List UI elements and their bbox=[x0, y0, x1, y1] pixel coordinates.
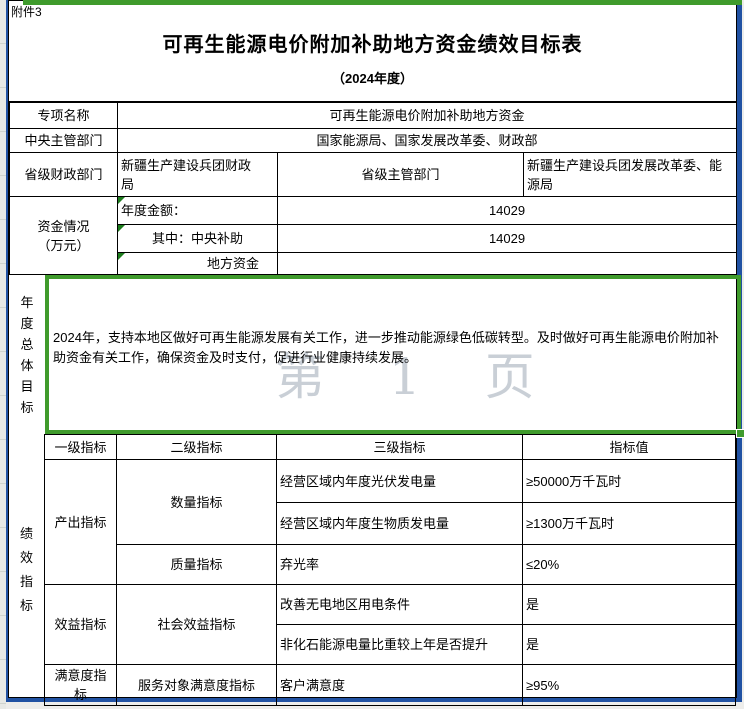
page-title: 可再生能源电价附加补助地方资金绩效目标表 bbox=[9, 1, 736, 57]
curtailment-value-cell[interactable]: ≤20% bbox=[523, 545, 736, 585]
social-benefit-cell[interactable]: 社会效益指标 bbox=[117, 585, 277, 665]
annual-goal-label: 年度总体目标 bbox=[19, 292, 35, 418]
funds-central-label-cell[interactable]: 其中：中央补助 bbox=[118, 225, 278, 253]
header-l1-cell[interactable]: 一级指标 bbox=[45, 435, 117, 460]
output-indicator-cell[interactable]: 产出指标 bbox=[45, 460, 117, 585]
page-break-frame: 附件3 可再生能源电价附加补助地方资金绩效目标表 （2024年度） 专项名称 可… bbox=[6, 0, 742, 702]
top-green-border bbox=[23, 0, 742, 5]
no-power-area-value-cell[interactable]: 是 bbox=[523, 585, 736, 625]
special-name-value-cell[interactable]: 可再生能源电价附加补助地方资金 bbox=[118, 103, 737, 129]
attachment-label: 附件3 bbox=[11, 3, 42, 20]
page-subtitle: （2024年度） bbox=[9, 57, 736, 87]
non-fossil-share-value-cell[interactable]: 是 bbox=[523, 625, 736, 665]
indicators-table: 一级指标 二级指标 三级指标 指标值 产出指标 数量指标 经营区域内年度光伏发电… bbox=[44, 434, 736, 706]
table-row: 地方资金 bbox=[10, 253, 737, 275]
indicators-section: 绩效指标 一级指标 二级指标 三级指标 指标值 产出指标 数量指标 经营区域内年… bbox=[9, 434, 736, 706]
header-l3-cell[interactable]: 三级指标 bbox=[277, 435, 523, 460]
customer-satisfaction-value-cell[interactable]: ≥95% bbox=[523, 665, 736, 706]
error-indicator-icon bbox=[118, 197, 125, 204]
funds-central-value-cell[interactable]: 14029 bbox=[278, 225, 737, 253]
table-row: 一级指标 二级指标 三级指标 指标值 bbox=[45, 435, 736, 460]
pv-generation-cell[interactable]: 经营区域内年度光伏发电量 bbox=[277, 460, 523, 503]
table-row: 其中：中央补助 14029 bbox=[10, 225, 737, 253]
indicators-label-cell[interactable]: 绩效指标 bbox=[9, 434, 44, 706]
no-power-area-cell[interactable]: 改善无电地区用电条件 bbox=[277, 585, 523, 625]
funds-local-label-cell[interactable]: 地方资金 bbox=[118, 253, 278, 275]
funds-annual-label-cell[interactable]: 年度金额： bbox=[118, 197, 278, 225]
funds-central-label: 其中：中央补助 bbox=[152, 231, 243, 246]
funds-label-cell[interactable]: 资金情况 （万元） bbox=[10, 197, 118, 275]
error-indicator-icon bbox=[118, 225, 125, 232]
prov-dept-value-cell[interactable]: 新疆生产建设兵团发展改革委、能源局 bbox=[524, 153, 737, 197]
table-row: 满意度指标 服务对象满意度指标 客户满意度 ≥95% bbox=[45, 665, 736, 706]
funds-local-label: 地方资金 bbox=[207, 256, 259, 271]
quality-indicator-cell[interactable]: 质量指标 bbox=[117, 545, 277, 585]
non-fossil-share-cell[interactable]: 非化石能源电量比重较上年是否提升 bbox=[277, 625, 523, 665]
quantity-indicator-cell[interactable]: 数量指标 bbox=[117, 460, 277, 545]
annual-goal-text: 2024年，支持本地区做好可再生能源发展有关工作，进一步推动能源绿色低碳转型。及… bbox=[49, 328, 737, 382]
prov-finance-value-cell[interactable]: 新疆生产建设兵团财政局 bbox=[118, 153, 278, 197]
curtailment-cell[interactable]: 弃光率 bbox=[277, 545, 523, 585]
prov-finance-label-cell[interactable]: 省级财政部门 bbox=[10, 153, 118, 197]
prov-dept-label-cell[interactable]: 省级主管部门 bbox=[278, 153, 524, 197]
print-area-sheet[interactable]: 附件3 可再生能源电价附加补助地方资金绩效目标表 （2024年度） 专项名称 可… bbox=[8, 0, 737, 698]
error-indicator-icon bbox=[118, 253, 125, 260]
funds-annual-label: 年度金额： bbox=[121, 203, 186, 218]
table-row: 产出指标 数量指标 经营区域内年度光伏发电量 ≥50000万千瓦时 bbox=[45, 460, 736, 503]
title-cell[interactable]: 附件3 可再生能源电价附加补助地方资金绩效目标表 （2024年度） bbox=[9, 1, 736, 102]
table-row: 效益指标 社会效益指标 改善无电地区用电条件 是 bbox=[45, 585, 736, 625]
table-row: 专项名称 可再生能源电价附加补助地方资金 bbox=[10, 103, 737, 129]
fill-handle[interactable] bbox=[736, 429, 744, 438]
annual-goal-row: 年度总体目标 2024年，支持本地区做好可再生能源发展有关工作，进一步推动能源绿… bbox=[9, 275, 736, 434]
spreadsheet-view: 附件3 可再生能源电价附加补助地方资金绩效目标表 （2024年度） 专项名称 可… bbox=[0, 0, 744, 709]
biomass-generation-value-cell[interactable]: ≥1300万千瓦时 bbox=[523, 503, 736, 545]
table-row: 资金情况 （万元） 年度金额： 14029 bbox=[10, 197, 737, 225]
info-table: 专项名称 可再生能源电价附加补助地方资金 中央主管部门 国家能源局、国家发展改革… bbox=[9, 102, 737, 275]
biomass-generation-cell[interactable]: 经营区域内年度生物质发电量 bbox=[277, 503, 523, 545]
special-name-label-cell[interactable]: 专项名称 bbox=[10, 103, 118, 129]
header-value-cell[interactable]: 指标值 bbox=[523, 435, 736, 460]
pv-generation-value-cell[interactable]: ≥50000万千瓦时 bbox=[523, 460, 736, 503]
selected-goal-cell[interactable]: 2024年，支持本地区做好可再生能源发展有关工作，进一步推动能源绿色低碳转型。及… bbox=[45, 275, 741, 434]
funds-local-value-cell[interactable] bbox=[278, 253, 737, 275]
annual-goal-label-cell[interactable]: 年度总体目标 bbox=[9, 275, 45, 434]
table-row: 中央主管部门 国家能源局、国家发展改革委、财政部 bbox=[10, 129, 737, 153]
indicators-label: 绩效指标 bbox=[19, 522, 35, 618]
satisfaction-indicator-cell[interactable]: 满意度指标 bbox=[45, 665, 117, 706]
benefit-indicator-cell[interactable]: 效益指标 bbox=[45, 585, 117, 665]
customer-satisfaction-cell[interactable]: 客户满意度 bbox=[277, 665, 523, 706]
central-dept-label-cell[interactable]: 中央主管部门 bbox=[10, 129, 118, 153]
header-l2-cell[interactable]: 二级指标 bbox=[117, 435, 277, 460]
table-row: 省级财政部门 新疆生产建设兵团财政局 省级主管部门 新疆生产建设兵团发展改革委、… bbox=[10, 153, 737, 197]
central-dept-value-cell[interactable]: 国家能源局、国家发展改革委、财政部 bbox=[118, 129, 737, 153]
service-satisfaction-cell[interactable]: 服务对象满意度指标 bbox=[117, 665, 277, 706]
table-row: 质量指标 弃光率 ≤20% bbox=[45, 545, 736, 585]
funds-annual-value-cell[interactable]: 14029 bbox=[278, 197, 737, 225]
